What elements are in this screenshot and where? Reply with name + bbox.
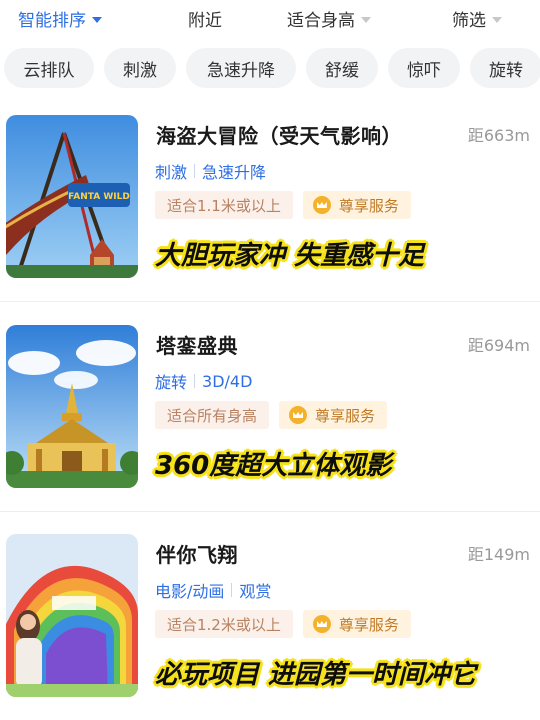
- attraction-distance: 距149m: [467, 545, 530, 564]
- attraction-slogan: 360度超大立体观影: [155, 451, 392, 481]
- sort-height-label: 适合身高: [287, 11, 355, 31]
- attraction-distance: 距663m: [467, 126, 530, 145]
- chevron-down-icon: [492, 16, 502, 23]
- crown-icon: [312, 196, 331, 214]
- thumb-logo-text: FANTA WILD: [68, 192, 130, 202]
- chevron-down-icon: [361, 16, 371, 23]
- tag: 观赏: [239, 582, 272, 601]
- height-badge: 适合1.2米或以上: [155, 610, 293, 638]
- attraction-photo: [6, 534, 138, 697]
- attraction-card[interactable]: 塔銮盛典 距694m 旋转 3D/4D 适合所有身高 尊享服务 360度超大立体…: [0, 325, 540, 535]
- tag: 刺激: [155, 163, 188, 182]
- sort-filter-label: 筛选: [452, 11, 486, 31]
- vip-badge-label: 尊享服务: [338, 615, 399, 634]
- attraction-slogan: 必玩项目 进园第一时间冲它: [155, 660, 477, 690]
- tag: 3D/4D: [202, 371, 253, 391]
- chip-gentle[interactable]: 舒缓: [306, 48, 378, 88]
- attraction-badges: 适合1.1米或以上 尊享服务: [155, 191, 411, 219]
- attraction-tags: 刺激 急速升降: [155, 159, 266, 183]
- tag: 旋转: [155, 373, 188, 392]
- attraction-badges: 适合所有身高 尊享服务: [155, 401, 388, 429]
- vip-badge-label: 尊享服务: [315, 406, 376, 425]
- tag-divider: [194, 374, 196, 388]
- chip-scary[interactable]: 惊吓: [388, 48, 460, 88]
- card-divider: [0, 301, 540, 302]
- attraction-tags: 旋转 3D/4D: [155, 369, 252, 393]
- height-badge: 适合1.1米或以上: [155, 191, 293, 219]
- attraction-photo: [6, 325, 138, 488]
- sort-nearby-label: 附近: [188, 11, 222, 31]
- chip-fast-drop[interactable]: 急速升降: [186, 48, 296, 88]
- attraction-card[interactable]: 伴你飞翔 距149m 电影/动画 观赏 适合1.2米或以上 尊享服务 必玩项目 …: [0, 534, 540, 720]
- vip-badge: 尊享服务: [279, 401, 388, 429]
- attraction-tags: 电影/动画 观赏: [155, 578, 271, 602]
- height-badge: 适合所有身高: [155, 401, 270, 429]
- sort-bar: 智能排序 附近 适合身高 筛选: [0, 0, 540, 38]
- attraction-badges: 适合1.2米或以上 尊享服务: [155, 610, 411, 638]
- attraction-title: 塔銮盛典: [156, 334, 238, 358]
- sort-nearby[interactable]: 附近: [188, 6, 222, 31]
- attraction-title: 海盗大冒险（受天气影响）: [156, 124, 402, 148]
- attraction-slogan: 大胆玩家冲 失重感十足: [155, 241, 425, 271]
- vip-badge: 尊享服务: [302, 610, 411, 638]
- tag: 电影/动画: [155, 582, 225, 601]
- chip-spin[interactable]: 旋转: [470, 48, 540, 88]
- sort-smart-label: 智能排序: [18, 11, 86, 31]
- attraction-title: 伴你飞翔: [156, 543, 238, 567]
- tag-divider: [231, 583, 233, 597]
- chip-cloud-queue[interactable]: 云排队: [4, 48, 94, 88]
- attraction-distance: 距694m: [467, 336, 530, 355]
- chevron-down-icon: [92, 16, 102, 23]
- crown-icon: [312, 615, 331, 633]
- tag-divider: [194, 164, 196, 178]
- category-chips: 云排队 刺激 急速升降 舒缓 惊吓 旋转: [0, 48, 540, 88]
- crown-icon: [289, 406, 308, 424]
- sort-smart[interactable]: 智能排序: [18, 6, 102, 31]
- card-divider: [0, 511, 540, 512]
- chip-thrill[interactable]: 刺激: [104, 48, 176, 88]
- attraction-card[interactable]: FANTA WILD 海盗大冒险（受天气影响） 距663m 刺激 急速升降 适合…: [0, 115, 540, 325]
- vip-badge: 尊享服务: [302, 191, 411, 219]
- sort-height[interactable]: 适合身高: [287, 6, 371, 31]
- sort-filter[interactable]: 筛选: [452, 6, 502, 31]
- tag: 急速升降: [202, 163, 267, 182]
- attraction-photo: FANTA WILD: [6, 115, 138, 278]
- vip-badge-label: 尊享服务: [338, 196, 399, 215]
